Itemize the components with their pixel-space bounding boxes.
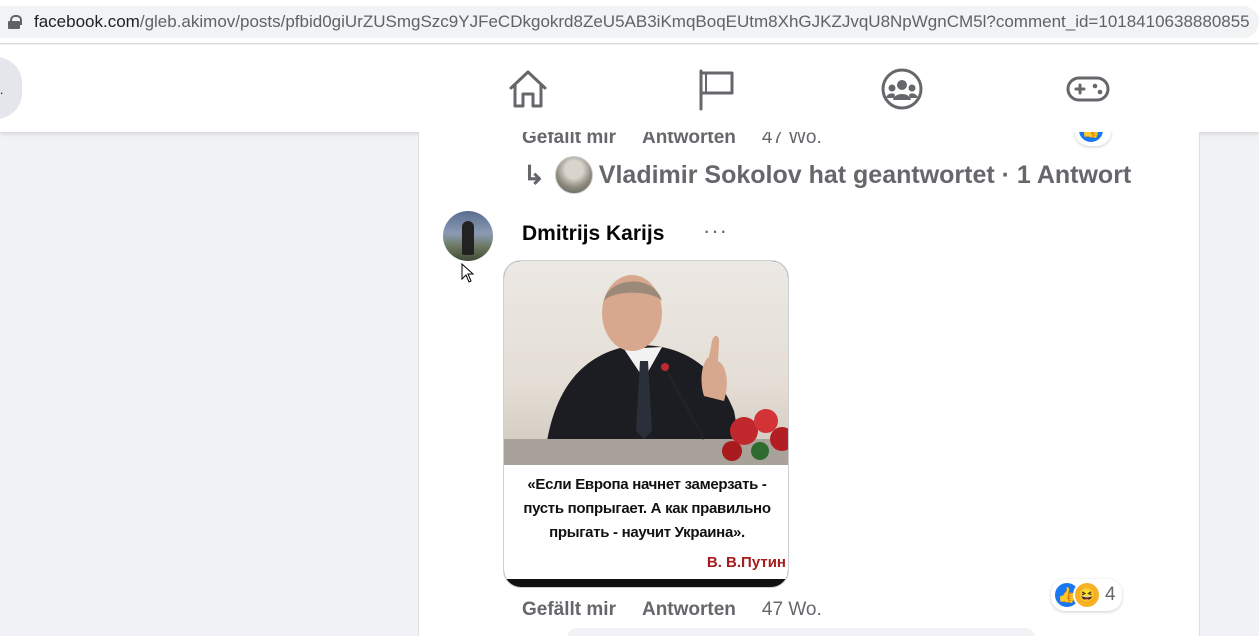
prev-like-link[interactable]: Gefällt mir (522, 132, 616, 149)
home-icon[interactable] (506, 67, 550, 111)
prev-reactions[interactable]: 👍 (1075, 132, 1111, 146)
browser-address-bar: facebook.com/gleb.akimov/posts/pfbid0giU… (0, 0, 1259, 44)
commenter-name[interactable]: Dmitrijs Karijs (522, 222, 664, 246)
comment-actions: Gefällt mir Antworten 47 Wo. (522, 599, 822, 621)
url-path: /gleb.akimov/posts/pfbid0giUrZUSmgSzc9YJ… (139, 12, 1250, 31)
like-link[interactable]: Gefällt mir (522, 599, 616, 621)
reaction-summary[interactable]: 👍 😆 4 (1051, 579, 1122, 611)
prev-comment-actions: Gefällt mir Antworten 47 Wo. (522, 132, 822, 149)
replies-text: Vladimir Sokolov hat geantwortet · 1 Ant… (598, 160, 1132, 189)
gaming-icon[interactable] (1066, 67, 1110, 111)
lock-icon[interactable] (8, 15, 22, 29)
quote-line-2: пусть попрыгает. А как правильно (523, 500, 771, 517)
comment-image[interactable]: «Если Европа начнет замерзать - пусть по… (503, 260, 789, 588)
more-options-icon[interactable]: ··· (703, 218, 728, 244)
reply-link[interactable]: Antworten (642, 599, 736, 621)
mouse-cursor-icon (461, 263, 475, 283)
like-reaction-icon: 👍 (1077, 132, 1105, 144)
top-navigation: . (0, 45, 1259, 132)
prev-timestamp[interactable]: 47 Wo. (762, 132, 822, 149)
photo-area (504, 261, 788, 465)
comments-panel: Gefällt mir Antworten 47 Wo. 👍 ↳ Vladimi… (418, 132, 1200, 636)
back-button[interactable]: . (0, 57, 22, 119)
back-label: . (0, 83, 4, 97)
timestamp[interactable]: 47 Wo. (762, 599, 822, 621)
url-text[interactable]: facebook.com/gleb.akimov/posts/pfbid0giU… (34, 12, 1250, 32)
reaction-count: 4 (1105, 584, 1116, 605)
quote-line-3: прыгать - научит Украина». (549, 524, 745, 541)
url-field[interactable]: facebook.com/gleb.akimov/posts/pfbid0giU… (0, 6, 1259, 38)
haha-reaction-icon: 😆 (1073, 581, 1101, 609)
replier-avatar (554, 156, 593, 194)
groups-icon[interactable] (880, 67, 924, 111)
photo-illustration (504, 275, 788, 465)
url-host: facebook.com (34, 12, 140, 31)
commenter-avatar[interactable] (443, 211, 493, 261)
quote-block: «Если Европа начнет замерзать - пусть по… (504, 465, 788, 579)
next-comment-bubble[interactable] (567, 628, 1035, 636)
quote-line-1: «Если Европа начнет замерзать - (527, 476, 767, 493)
view-replies-link[interactable]: ↳ Vladimir Sokolov hat geantwortet · 1 A… (523, 156, 1131, 194)
flag-icon[interactable] (694, 67, 738, 111)
prev-reply-link[interactable]: Antworten (642, 132, 736, 149)
reply-arrow-icon: ↳ (523, 159, 545, 190)
quote-author: В. В.Путин (706, 554, 786, 571)
